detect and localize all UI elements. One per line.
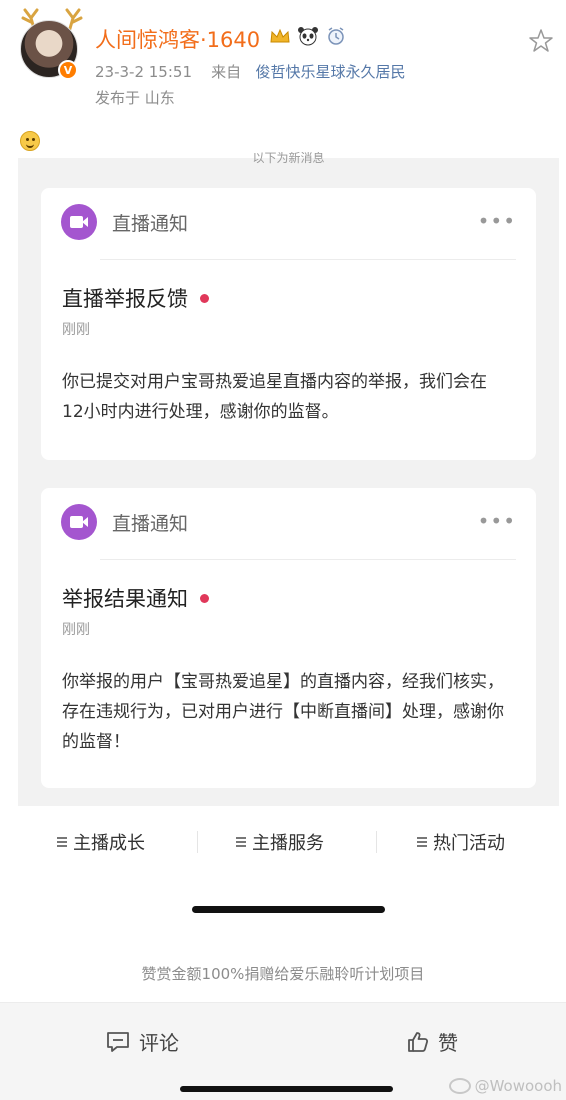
comment-icon [107, 1031, 129, 1052]
live-video-icon [61, 204, 97, 240]
notification-card: 直播通知 ••• 举报结果通知 刚刚 你举报的用户【宝哥热爱追星】的直播内容，经… [41, 488, 536, 788]
card-header-title: 直播通知 [112, 512, 189, 535]
source-prefix: 来自 [211, 63, 242, 81]
home-indicator [180, 1086, 393, 1092]
post-timestamp: 23-3-2 15:51 [95, 63, 192, 81]
user-badges [268, 24, 348, 48]
menu-lines-icon [57, 835, 67, 849]
menu-lines-icon [417, 835, 427, 849]
card-title: 举报结果通知 [62, 583, 209, 613]
comment-label: 评论 [139, 1031, 179, 1055]
tab-separator [376, 831, 377, 853]
card-title-text: 直播举报反馈 [62, 287, 188, 311]
watermark: @Wowoooh [448, 1077, 562, 1095]
card-body: 你举报的用户【宝哥热爱追星】的直播内容，经我们核实，存在违规行为，已对用户进行【… [62, 672, 504, 752]
menu-lines-icon [236, 835, 246, 849]
tab-label: 主播成长 [73, 833, 145, 854]
bottom-action-bar: 评论 赞 @Wowoooh [0, 1002, 566, 1100]
card-time: 刚刚 [62, 622, 90, 638]
card-time: 刚刚 [62, 322, 90, 338]
post-meta: 23-3-2 15:51 来自 俊哲快乐星球永久居民 [95, 61, 405, 82]
verified-badge-icon: V [58, 60, 78, 80]
tab-anchor-growth[interactable]: 主播成长 [57, 825, 145, 859]
card-header: 直播通知 [61, 204, 188, 240]
card-header-title: 直播通知 [112, 212, 189, 235]
comment-button[interactable]: 评论 [105, 1027, 179, 1056]
card-title-text: 举报结果通知 [62, 587, 188, 611]
unread-dot-icon [200, 293, 209, 303]
tab-anchor-service[interactable]: 主播服务 [236, 825, 324, 859]
notification-card: 直播通知 ••• 直播举报反馈 刚刚 你已提交对用户宝哥热爱追星直播内容的举报，… [41, 188, 536, 460]
panda-icon [296, 24, 320, 48]
card-title: 直播举报反馈 [62, 283, 209, 313]
post-location: 发布于 山东 [95, 89, 175, 107]
watermark-text: @Wowoooh [474, 1077, 562, 1095]
smile-emoji-icon [20, 131, 40, 151]
live-video-icon [61, 504, 97, 540]
divider [100, 559, 516, 560]
panel-cutoff-text: 以下为新消息 [252, 152, 325, 164]
screenshot-panel[interactable]: 以下为新消息 直播通知 ••• 直播举报反馈 刚刚 你已提交对用户宝哥热爱追星直… [18, 152, 559, 806]
card-body: 你已提交对用户宝哥热爱追星直播内容的举报，我们会在12小时内进行处理，感谢你的监… [62, 372, 487, 422]
reward-notice: 赞赏金额100%捐赠给爱乐融聆听计划项目 [141, 965, 425, 983]
more-options-icon[interactable]: ••• [478, 211, 516, 231]
like-label: 赞 [438, 1031, 458, 1055]
thumbs-up-icon [408, 1031, 429, 1052]
more-options-icon[interactable]: ••• [478, 511, 516, 531]
divider [100, 259, 516, 260]
crown-icon [268, 24, 292, 48]
tab-label: 热门活动 [433, 833, 505, 854]
tab-hot-events[interactable]: 热门活动 [417, 825, 505, 859]
anchor-tabs: 主播成长 主播服务 热门活动 [0, 825, 566, 859]
home-indicator [192, 906, 385, 913]
weibo-logo-icon [448, 1078, 471, 1094]
post-source-link[interactable]: 俊哲快乐星球永久居民 [255, 63, 405, 81]
post-header: V 人间惊鸿客·1640 23-3-2 15:51 来自 俊哲快乐星球永久居民 … [0, 0, 566, 120]
alarm-clock-icon [324, 24, 348, 48]
like-button[interactable]: 赞 [406, 1027, 458, 1056]
username[interactable]: 人间惊鸿客·1640 [95, 24, 260, 54]
tab-label: 主播服务 [252, 833, 324, 854]
card-header: 直播通知 [61, 504, 188, 540]
favorite-star-icon[interactable] [528, 28, 554, 54]
unread-dot-icon [200, 593, 209, 603]
tab-separator [197, 831, 198, 853]
